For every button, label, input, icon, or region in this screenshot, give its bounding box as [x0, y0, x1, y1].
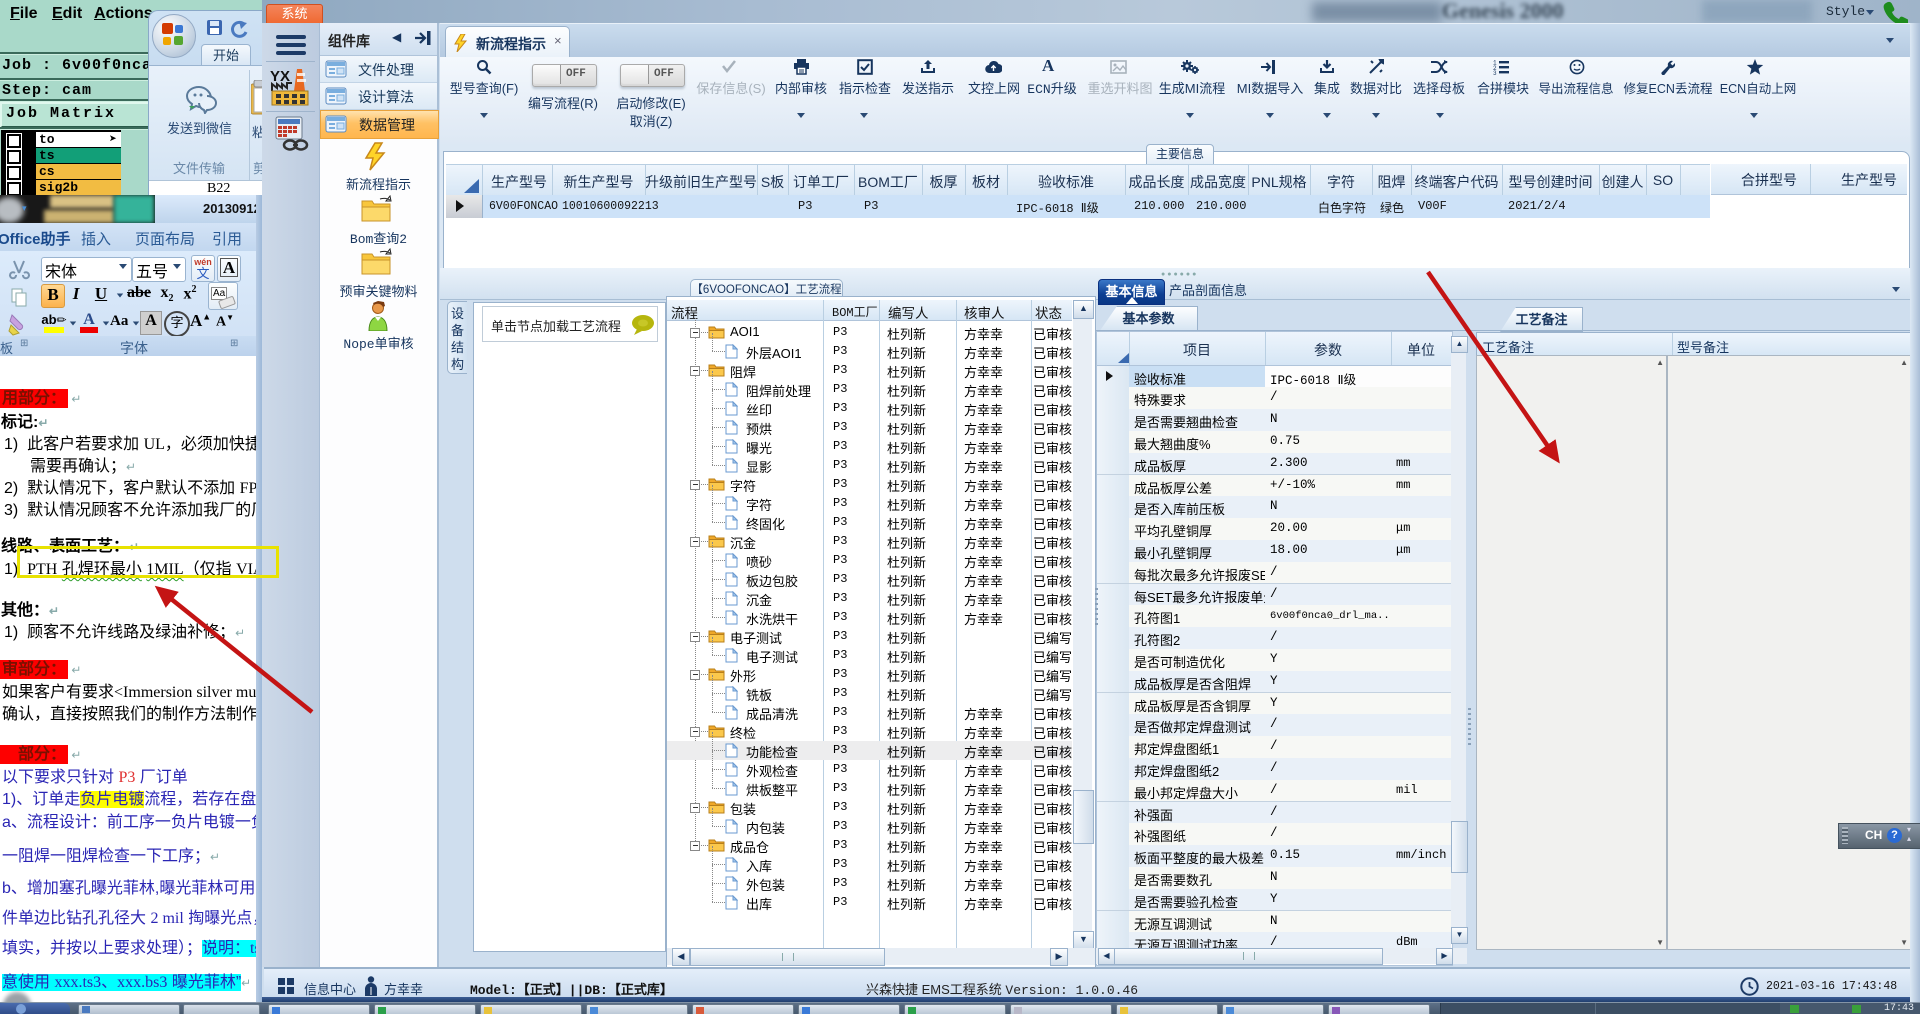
svg-text:3: 3 [1493, 70, 1497, 75]
